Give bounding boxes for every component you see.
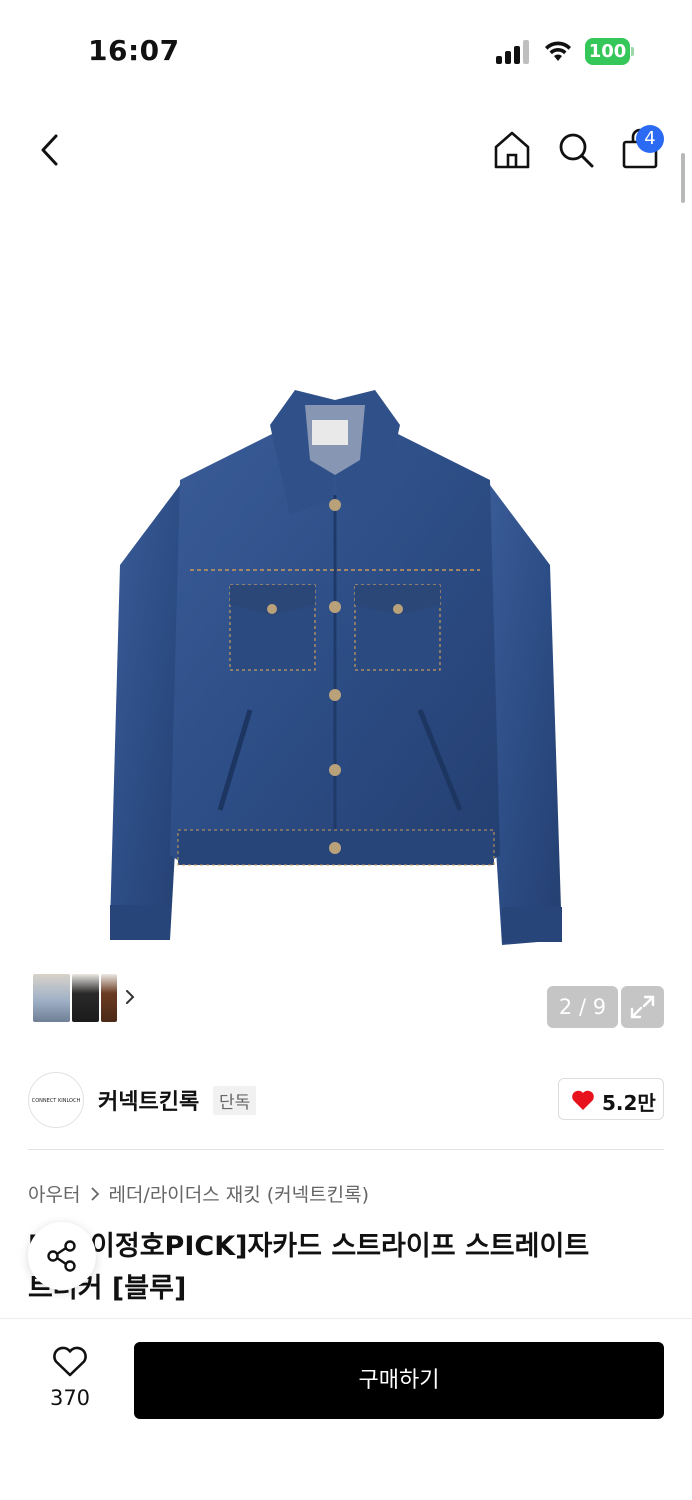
- cart-count-badge: 4: [636, 125, 664, 153]
- breadcrumb-subcategory[interactable]: 레더/라이더스 재킷 (커넥트킨록): [108, 1180, 369, 1207]
- wishlist-heart-icon[interactable]: [52, 1346, 88, 1378]
- divider: [28, 1149, 664, 1150]
- battery-icon: 100: [585, 38, 635, 65]
- status-time: 16:07: [88, 34, 180, 67]
- breadcrumb: 아우터 레더/라이더스 재킷 (커넥트킨록): [28, 1180, 369, 1207]
- share-icon: [47, 1240, 76, 1272]
- brand-name[interactable]: 커넥트킨록: [98, 1084, 199, 1116]
- brand-like-count: 5.2만: [602, 1091, 656, 1115]
- signal-icon: [496, 40, 529, 64]
- brand-like-button[interactable]: 5.2만: [558, 1078, 664, 1120]
- back-icon[interactable]: [34, 130, 68, 170]
- expand-icon[interactable]: [621, 986, 664, 1028]
- scroll-indicator: [681, 153, 685, 203]
- heart-icon: [572, 1090, 594, 1110]
- product-title: [남가이정호PICK]자카드 스트라이프 스트레이트 트러커 [블루]: [28, 1231, 590, 1304]
- brand-logo[interactable]: CONNECT KINLOCH: [28, 1072, 84, 1128]
- wifi-icon: [545, 41, 571, 61]
- chevron-right-icon: [91, 1186, 100, 1201]
- product-image[interactable]: [100, 385, 570, 955]
- home-icon[interactable]: [492, 130, 532, 170]
- image-counter: 2 / 9: [547, 986, 618, 1028]
- thumbnail-2[interactable]: [72, 974, 99, 1022]
- buy-button[interactable]: 구매하기: [134, 1342, 664, 1419]
- thumbnail-3[interactable]: [101, 974, 117, 1022]
- status-bar: 16:07 100: [0, 0, 692, 100]
- battery-level: 100: [585, 38, 630, 65]
- chevron-right-icon[interactable]: [121, 985, 139, 1009]
- search-icon[interactable]: [556, 130, 596, 170]
- share-button[interactable]: [28, 1222, 96, 1290]
- exclusive-badge: 단독: [213, 1086, 257, 1115]
- thumbnail-1[interactable]: [33, 974, 70, 1022]
- breadcrumb-category[interactable]: 아우터: [28, 1180, 80, 1207]
- wishlist-count: 370: [49, 1386, 91, 1410]
